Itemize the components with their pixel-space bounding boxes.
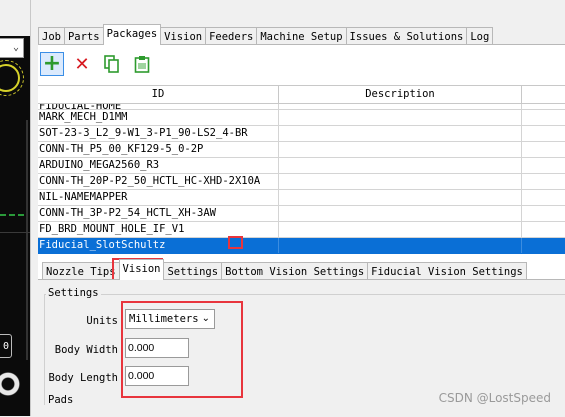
highlight-annotation [121,301,243,398]
cell-description [279,142,522,157]
column-header-id[interactable]: ID [38,86,279,103]
table-row[interactable]: ARDUINO_MEGA2560_R3 [38,158,565,174]
left-top-bar [0,0,30,36]
cell-description [279,158,522,173]
tab-issues-solutions[interactable]: Issues & Solutions [345,27,468,45]
table-row[interactable]: CONN-TH_20P-P2_50_HCTL_HC-XHD-2X10A [38,174,565,190]
tab-package-settings[interactable]: Settings [163,262,223,280]
delete-package-button[interactable]: ✕ [70,52,94,76]
cell-description [279,104,522,109]
tab-vision[interactable]: Vision [160,27,207,45]
pads-section-label: Pads [48,394,74,406]
tab-package-vision[interactable]: Vision [118,259,165,280]
tab-feeders[interactable]: Feeders [205,27,258,45]
table-row[interactable]: NIL-NAMEMAPPER [38,190,565,206]
column-header-description[interactable]: Description [279,86,522,103]
tab-packages[interactable]: Packages [102,24,162,45]
table-row[interactable]: CONN-TH_3P-P2_54_HCTL_XH-3AW [38,206,565,222]
cell-id: CONN-TH_P5_00_KF129-5_0-2P [38,142,279,157]
plus-icon: + [42,51,62,76]
tab-job[interactable]: Job [38,27,65,45]
cell-id: SOT-23-3_L2_9-W1_3-P1_90-LS2_4-BR [38,126,279,141]
main-tab-bar: Job Parts Packages Vision Feeders Machin… [38,24,494,45]
camera-crosshair [0,214,24,216]
zero-button[interactable]: 0 [0,334,12,358]
camera-reticle-line [0,232,30,233]
table-row[interactable]: FD_BRD_MOUNT_HOLE_IF_V1 [38,222,565,238]
paste-package-button[interactable] [130,52,154,76]
cell-id: ARDUINO_MEGA2560_R3 [38,158,279,173]
packages-toolbar: + ✕ [40,51,160,77]
packages-table: ID Description FIDUCIAL-HOME MARK_MECH_D… [38,85,565,258]
cell-description [279,110,522,125]
camera-axis-line [26,120,28,360]
cell-description [279,206,522,221]
cell-description [279,222,522,237]
body-width-label: Body Width [54,344,118,356]
tab-fiducial-vision-settings[interactable]: Fiducial Vision Settings [367,262,527,280]
chevron-down-icon: ⌄ [12,42,19,53]
settings-group-label: Settings [46,287,101,299]
cell-description [279,126,522,141]
clipboard-icon [134,56,150,73]
tab-bottom-vision-settings[interactable]: Bottom Vision Settings [221,262,369,280]
table-row[interactable]: MARK_MECH_D1MM [38,110,565,126]
cell-description [279,190,522,205]
table-row-selected[interactable]: Fiducial_SlotSchultz [38,238,565,254]
cell-id: MARK_MECH_D1MM [38,110,279,125]
table-body: FIDUCIAL-HOME MARK_MECH_D1MM SOT-23-3_L2… [38,104,565,254]
cell-description [279,238,522,253]
tab-parts[interactable]: Parts [63,27,104,45]
table-row[interactable]: CONN-TH_P5_00_KF129-5_0-2P [38,142,565,158]
fiducial-ring-icon [0,370,22,398]
highlight-annotation [228,236,243,249]
table-header: ID Description [38,86,565,104]
watermark: CSDN @LostSpeed [438,391,551,405]
table-row[interactable]: SOT-23-3_L2_9-W1_3-P1_90-LS2_4-BR [38,126,565,142]
x-icon: ✕ [74,53,90,75]
tab-machine-setup[interactable]: Machine Setup [256,27,347,45]
cell-description [279,174,522,189]
cell-id: NIL-NAMEMAPPER [38,190,279,205]
body-length-label: Body Length [48,372,118,384]
camera-select[interactable]: ⌄ [0,38,24,58]
camera-view: ⌄ 0 [0,0,30,416]
tab-log[interactable]: Log [466,27,494,45]
copy-package-button[interactable] [100,52,124,76]
cell-id: CONN-TH_3P-P2_54_HCTL_XH-3AW [38,206,279,221]
column-header-extra[interactable] [522,86,565,103]
copy-icon [104,55,119,73]
cell-id: CONN-TH_20P-P2_50_HCTL_HC-XHD-2X10A [38,174,279,189]
fiducial-marker-icon [0,60,24,96]
cell-id: FD_BRD_MOUNT_HOLE_IF_V1 [38,222,279,237]
add-package-button[interactable]: + [40,52,64,76]
tab-nozzle-tips[interactable]: Nozzle Tips [42,262,120,280]
units-label: Units [86,315,118,327]
cell-id: FIDUCIAL-HOME [38,104,279,109]
